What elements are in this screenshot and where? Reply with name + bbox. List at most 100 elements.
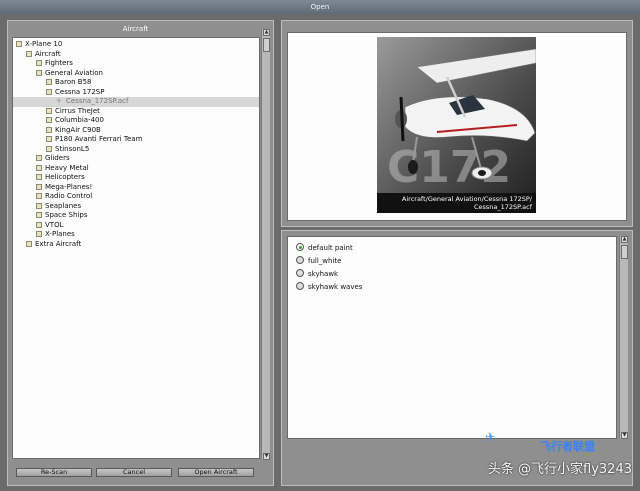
livery-label: skyhawk waves — [308, 283, 363, 291]
tree-item[interactable]: Mega-Planes! — [13, 183, 259, 193]
tree-item[interactable]: X-Planes — [13, 230, 259, 240]
tree-item[interactable]: Extra Aircraft — [13, 240, 259, 250]
tree-item-label: Aircraft — [35, 49, 61, 58]
folder-icon — [36, 193, 42, 199]
tree-item[interactable]: Aircraft — [13, 50, 259, 60]
tree-item-label: Gliders — [45, 154, 70, 162]
tree-item-label: Cirrus TheJet — [55, 106, 100, 115]
tree-item-label: Mega-Planes! — [45, 182, 93, 191]
livery-option[interactable]: full_white — [296, 256, 341, 267]
aircraft-panel: Aircraft X-Plane 10 Aircraft Fighters Gener… — [7, 20, 274, 486]
folder-icon — [36, 164, 42, 171]
tree-item[interactable]: Fighters — [13, 59, 259, 69]
watermark-brand: 飞行者联盟 — [540, 440, 595, 453]
tree-item-label: Cessna_172SP.acf — [66, 97, 129, 105]
tree-item-label: Cessna 172SP — [55, 87, 105, 96]
plane-icon: C172 — [377, 37, 536, 213]
tree-item-label: KingAir C90B — [55, 125, 101, 134]
tree-item-label: General Aviation — [45, 68, 103, 77]
preview-watermark-text: C172 — [387, 142, 511, 193]
livery-label: default paint — [308, 244, 353, 252]
folder-icon — [36, 231, 42, 237]
radio-button-icon[interactable] — [296, 243, 304, 251]
watermark-text: 头条 @飞行小家fly3243 — [487, 462, 632, 477]
tree-item-label: Seaplanes — [45, 201, 82, 210]
tree-item[interactable]: ✈ Cessna_172SP.acf — [13, 97, 259, 107]
folder-icon — [46, 145, 52, 152]
scroll-grip[interactable] — [621, 245, 628, 259]
scroll-up-icon[interactable]: ▲ — [263, 29, 270, 36]
tree-item[interactable]: VTOL — [13, 221, 259, 231]
folder-icon — [36, 202, 42, 209]
window-title: Open — [310, 3, 330, 11]
cancel-button[interactable]: Cancel — [96, 468, 172, 477]
tree-item[interactable]: P180 Avanti Ferrari Team — [13, 135, 259, 145]
folder-icon — [46, 136, 52, 142]
caption-line-2: Cessna_172SP.acf — [473, 203, 532, 211]
tree-item[interactable]: StinsonL5 — [13, 145, 259, 155]
tree-item[interactable]: Cirrus TheJet — [13, 107, 259, 117]
tree-item-label: StinsonL5 — [55, 144, 90, 153]
tree-item[interactable]: Cessna 172SP — [13, 88, 259, 98]
folder-icon — [36, 183, 42, 190]
livery-label: full_white — [308, 257, 342, 265]
tree-item[interactable]: Baron B58 — [13, 78, 259, 88]
folder-icon — [26, 50, 32, 57]
aircraft-path-caption: Aircraft/General Aviation/Cessna 172SP/ … — [377, 193, 536, 213]
livery-list: default paint full_whiteskyhawk skyhawk wa… — [287, 236, 617, 439]
tree-item-label: VTOL — [45, 220, 64, 229]
scroll-down-icon[interactable]: ▼ — [263, 453, 270, 460]
scroll-down-icon[interactable]: ▼ — [621, 432, 628, 439]
livery-option[interactable]: skyhawk — [296, 269, 338, 280]
folder-icon — [46, 79, 52, 85]
folder-icon — [26, 240, 32, 247]
preview-box: C172 Aircraft/General Aviation/Cessna 17… — [287, 32, 627, 221]
tree-item[interactable]: Heavy Metal — [13, 164, 259, 174]
tree-item[interactable]: Space Ships — [13, 211, 259, 221]
folder-icon — [46, 126, 52, 133]
tree-item[interactable]: Seaplanes — [13, 202, 259, 212]
livery-label: skyhawk — [308, 270, 339, 278]
tree-item[interactable]: Gliders — [13, 154, 259, 164]
aircraft-tree-scrollbar[interactable]: ▲ ▼ — [261, 29, 270, 460]
scroll-grip[interactable] — [263, 38, 270, 52]
livery-option[interactable]: default paint — [296, 243, 353, 254]
livery-scrollbar[interactable]: ▲ ▼ — [619, 236, 628, 439]
open-aircraft-button[interactable]: Open Aircraft — [178, 468, 254, 477]
preview-panel: C172 Aircraft/General Aviation/Cessna 17… — [281, 20, 633, 227]
folder-icon — [16, 41, 22, 47]
tree-item[interactable]: General Aviation — [13, 69, 259, 79]
radio-button-icon[interactable] — [296, 269, 304, 277]
tree-item-label: Helicopters — [45, 173, 85, 181]
tree-item-label: Fighters — [45, 59, 73, 67]
tree-item-label: Space Ships — [45, 211, 88, 219]
tree-item-label: X-Plane 10 — [25, 40, 63, 48]
tree-item[interactable]: Columbia-400 — [13, 116, 259, 126]
livery-option[interactable]: skyhawk waves — [296, 282, 362, 293]
radio-button-icon[interactable] — [296, 282, 304, 290]
tree-item[interactable]: KingAir C90B — [13, 126, 259, 136]
tree-item-label: Extra Aircraft — [35, 239, 82, 248]
folder-icon — [36, 212, 42, 218]
window-titlebar: Open — [0, 0, 640, 14]
aircraft-tree[interactable]: X-Plane 10 Aircraft Fighters General Aviati… — [12, 37, 260, 459]
scroll-up-icon[interactable]: ▲ — [621, 236, 628, 243]
rescan-button[interactable]: Re-Scan — [16, 468, 92, 477]
aircraft-preview-image: C172 Aircraft/General Aviation/Cessna 17… — [377, 37, 536, 213]
folder-icon — [36, 69, 42, 76]
tree-item-label: P180 Avanti Ferrari Team — [55, 135, 143, 143]
caption-line-1: Aircraft/General Aviation/Cessna 172SP/ — [401, 195, 532, 203]
tree-item-label: Heavy Metal — [45, 163, 89, 172]
folder-icon — [46, 117, 52, 123]
tree-item[interactable]: Radio Control — [13, 192, 259, 202]
folder-icon — [36, 221, 42, 228]
folder-icon — [36, 60, 42, 66]
tree-item[interactable]: X-Plane 10 — [13, 40, 259, 50]
plane-icon: ✈ — [56, 97, 62, 105]
tree-item[interactable]: Helicopters — [13, 173, 259, 183]
aircraft-panel-header: Aircraft — [122, 25, 149, 33]
folder-icon — [46, 107, 52, 114]
tree-item-label: Radio Control — [45, 192, 93, 200]
tree-item-label: Baron B58 — [55, 78, 92, 86]
radio-button-icon[interactable] — [296, 256, 304, 264]
